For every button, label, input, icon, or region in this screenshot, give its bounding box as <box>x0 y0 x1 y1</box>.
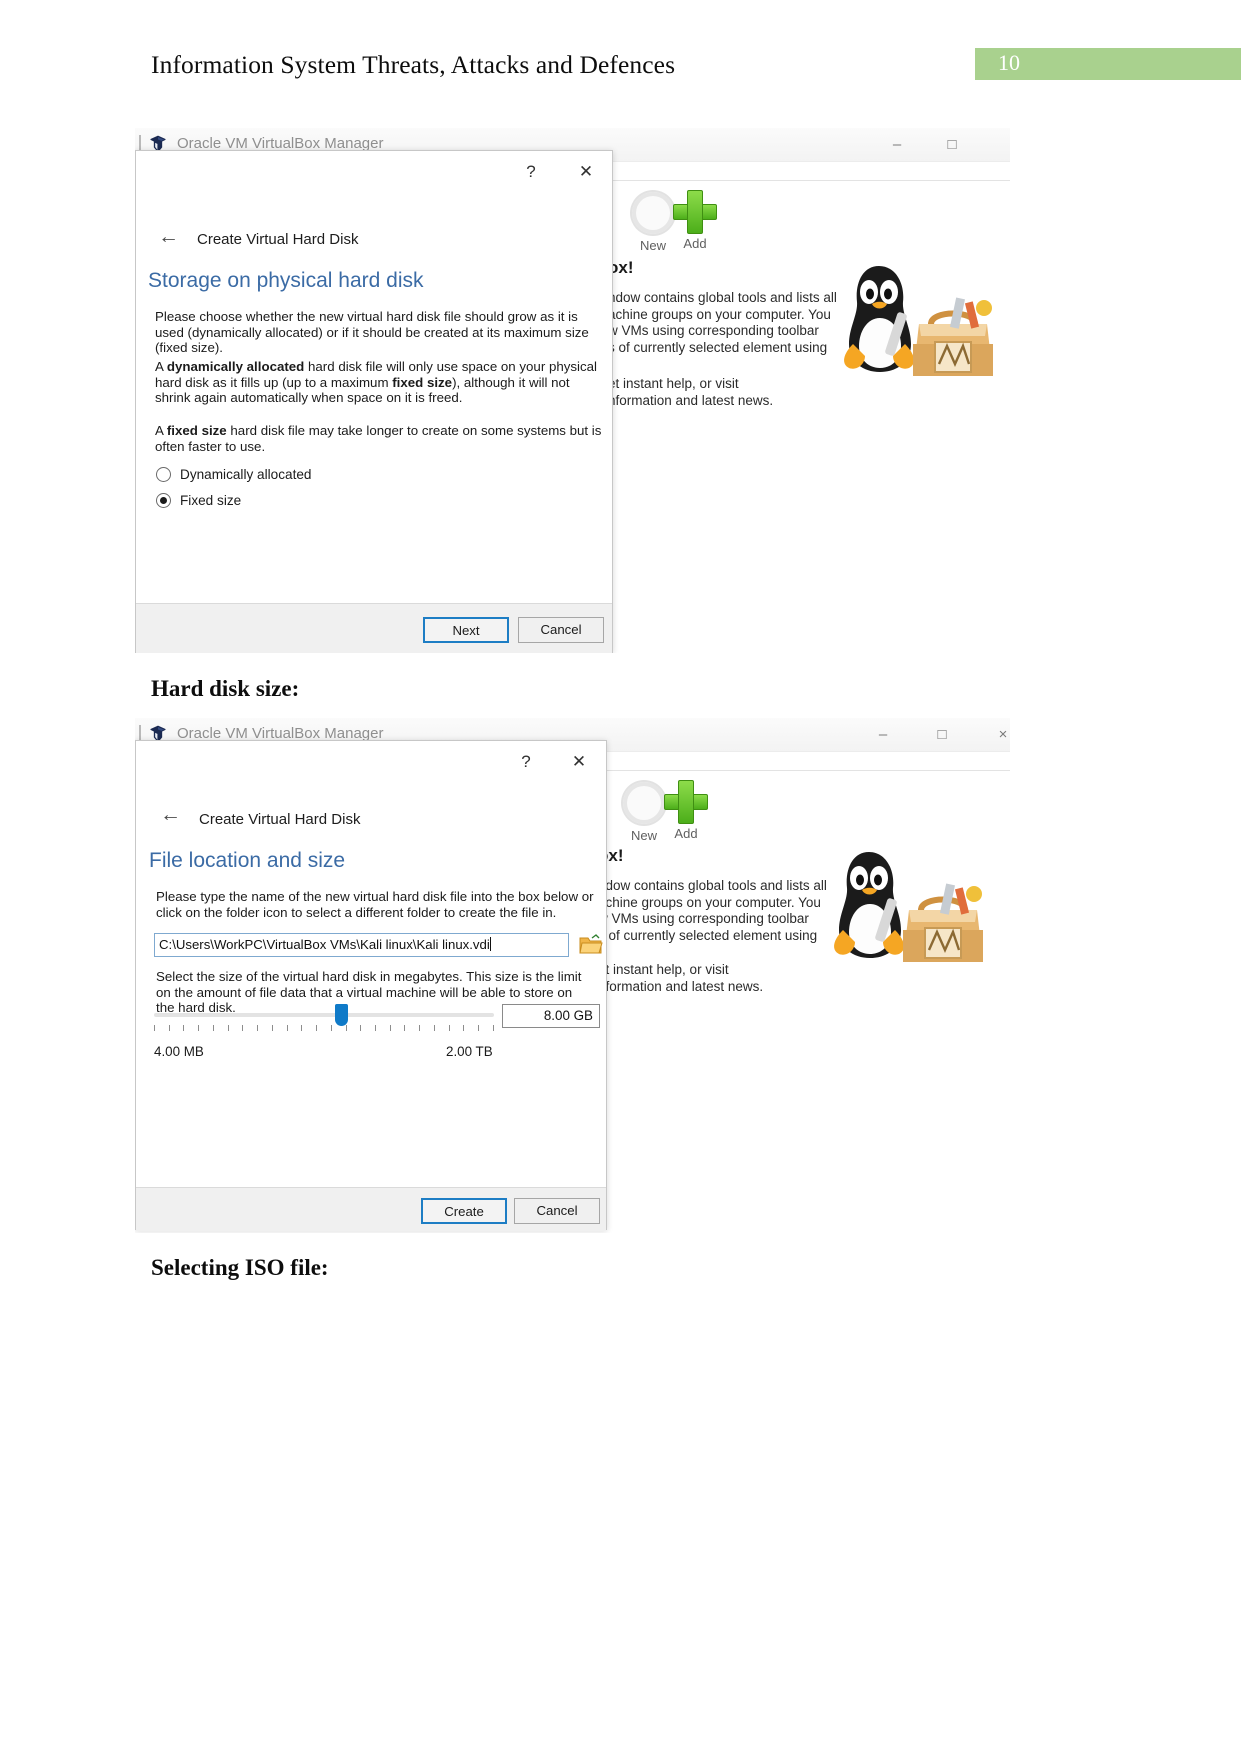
cancel-button[interactable]: Cancel <box>514 1198 600 1224</box>
welcome-line: w VMs using corresponding toolbar <box>608 323 819 338</box>
dialog-paragraph-3: A fixed size hard disk file may take lon… <box>155 423 605 454</box>
size-slider-thumb[interactable] <box>335 1004 348 1026</box>
welcome-line: w VMs using corresponding toolbar <box>598 911 809 926</box>
radio-fixed-size[interactable]: Fixed size <box>156 493 241 508</box>
welcome-paragraph-2: et instant help, or visit nformation and… <box>608 376 773 409</box>
dialog-heading: File location and size <box>149 849 346 872</box>
radio-dynamically-allocated[interactable]: Dynamically allocated <box>156 467 311 482</box>
welcome-line: achine groups on your computer. You <box>608 306 831 322</box>
create-button[interactable]: Create <box>421 1198 507 1224</box>
welcome-paragraph-2: et instant help, or visit nformation and… <box>598 962 763 995</box>
radio-button-unchecked-icon[interactable] <box>156 467 171 482</box>
welcome-line: nformation and latest news. <box>608 392 774 408</box>
window-maximize-button[interactable]: □ <box>935 132 969 158</box>
toolbar-button-add[interactable]: Add <box>655 780 717 841</box>
welcome-line: nformation and latest news. <box>598 978 764 994</box>
toolbar-button-add-label: Add <box>674 826 698 841</box>
cancel-button[interactable]: Cancel <box>518 617 604 643</box>
screenshot-file-location-and-size: Oracle VM VirtualBox Manager – □ × New A… <box>135 718 1010 1233</box>
paragraph-run: A <box>155 359 167 374</box>
slider-min-label: 4.00 MB <box>154 1044 204 1059</box>
breadcrumb: Create Virtual Hard Disk <box>199 811 361 828</box>
caption-hard-disk-size: Hard disk size: <box>151 676 300 701</box>
paragraph-run-bold: dynamically allocated <box>166 359 305 374</box>
dialog-paragraph-2: A dynamically allocated hard disk file w… <box>155 359 605 406</box>
size-value-input[interactable]: 8.00 GB <box>502 1004 600 1028</box>
file-path-input[interactable]: C:\Users\WorkPC\VirtualBox VMs\Kali linu… <box>154 933 569 957</box>
size-slider-ticks <box>154 1025 494 1031</box>
welcome-line: et instant help, or visit <box>598 962 729 977</box>
page-title: Information System Threats, Attacks and … <box>151 50 676 79</box>
paragraph-run: Please choose whether the new virtual ha… <box>155 309 589 355</box>
welcome-paragraph-1: ndow contains global tools and lists all… <box>598 878 827 961</box>
file-path-value: C:\Users\WorkPC\VirtualBox VMs\Kali linu… <box>159 937 490 952</box>
dialog-close-button[interactable]: ✕ <box>571 159 601 185</box>
window-close-button[interactable]: × <box>986 722 1010 748</box>
window-minimize-button[interactable]: – <box>880 132 914 158</box>
toolbar-button-add[interactable]: Add <box>664 190 726 251</box>
welcome-line: ndow contains global tools and lists all <box>608 290 837 305</box>
welcome-line: s of currently selected element using <box>608 339 828 355</box>
create-virtual-hard-disk-dialog: ? ✕ ← Create Virtual Hard Disk Storage o… <box>135 150 613 653</box>
caption-selecting-iso-file: Selecting ISO file: <box>151 1255 329 1280</box>
text-caret <box>489 937 491 951</box>
green-plus-icon <box>673 190 717 234</box>
radio-button-checked-icon[interactable] <box>156 493 171 508</box>
dialog-topbar: ? ✕ <box>136 741 606 783</box>
back-arrow-icon[interactable]: ← <box>160 803 181 827</box>
dialog-topbar: ? ✕ <box>136 151 612 193</box>
breadcrumb: Create Virtual Hard Disk <box>197 231 359 248</box>
dialog-close-button[interactable]: ✕ <box>564 749 594 775</box>
window-maximize-button[interactable]: □ <box>925 722 959 748</box>
dialog-help-button[interactable]: ? <box>511 749 541 775</box>
welcome-line: s of currently selected element using <box>598 927 818 943</box>
welcome-line: et instant help, or visit <box>608 376 739 391</box>
screenshot-storage-type: Oracle VM VirtualBox Manager – □ New Add… <box>135 128 1010 653</box>
page-number: 10 <box>998 50 1020 75</box>
dialog-heading: Storage on physical hard disk <box>148 269 424 292</box>
toolbar-button-add-label: Add <box>683 236 707 251</box>
open-folder-icon[interactable] <box>579 934 603 956</box>
welcome-paragraph-1: ndow contains global tools and lists all… <box>608 290 837 373</box>
slider-max-label: 2.00 TB <box>446 1044 493 1059</box>
paragraph-run-bold: fixed size <box>392 374 453 390</box>
tux-with-toolbox-image <box>835 258 1005 388</box>
tux-with-toolbox-image <box>825 844 995 974</box>
radio-dynamically-allocated-label: Dynamically allocated <box>180 467 312 482</box>
paragraph-run: A <box>155 423 167 438</box>
dialog-paragraph-file-location: Please type the name of the new virtual … <box>156 889 594 920</box>
page-number-badge: 10 <box>975 48 1241 80</box>
back-arrow-icon[interactable]: ← <box>158 225 179 249</box>
welcome-line: ndow contains global tools and lists all <box>598 878 827 893</box>
next-button[interactable]: Next <box>423 617 509 643</box>
size-slider-track[interactable] <box>154 1013 494 1017</box>
welcome-line: . <box>598 944 827 961</box>
radio-fixed-size-label: Fixed size <box>180 493 242 508</box>
dialog-paragraph-1: Please choose whether the new virtual ha… <box>155 309 605 356</box>
document-header: Information System Threats, Attacks and … <box>0 0 1241 110</box>
window-minimize-button[interactable]: – <box>866 722 900 748</box>
dialog-help-button[interactable]: ? <box>516 159 546 185</box>
create-virtual-hard-disk-dialog: ? ✕ ← Create Virtual Hard Disk File loca… <box>135 740 607 1231</box>
welcome-line: achine groups on your computer. You <box>598 894 821 910</box>
welcome-line: . <box>608 356 837 373</box>
paragraph-run-bold: fixed size <box>166 423 227 438</box>
green-plus-icon <box>664 780 708 824</box>
